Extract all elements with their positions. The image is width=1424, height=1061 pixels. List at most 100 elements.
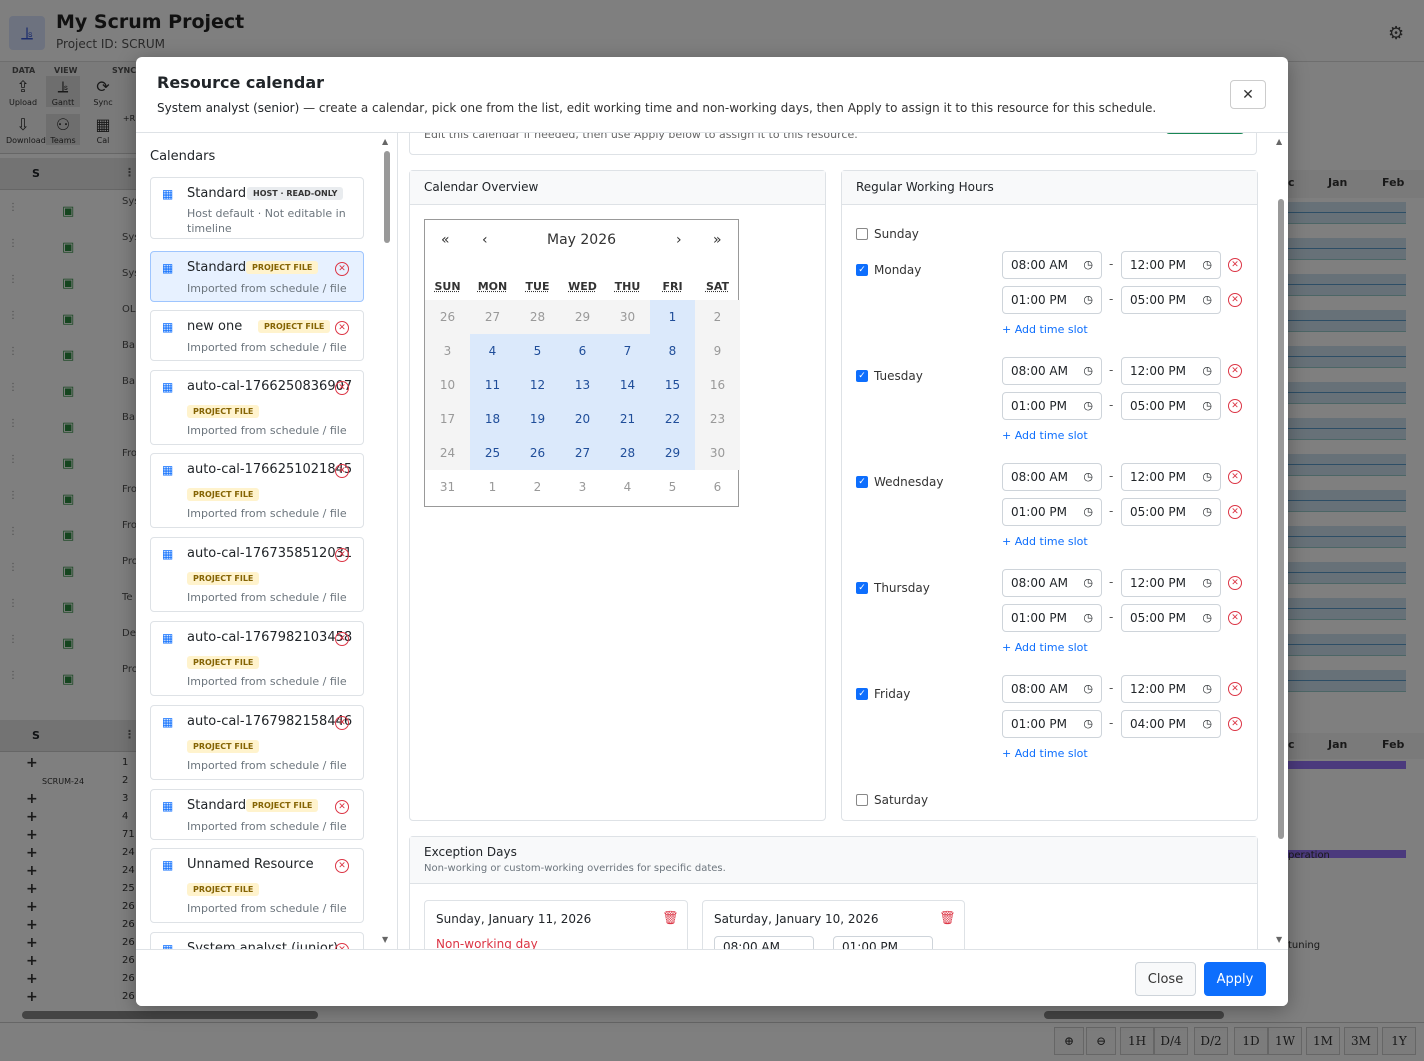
add-time-slot-link[interactable]: + Add time slot xyxy=(1002,641,1088,654)
add-time-slot-link[interactable]: + Add time slot xyxy=(1002,323,1088,336)
add-time-slot-link[interactable]: + Add time slot xyxy=(1002,747,1088,760)
calendar-day[interactable]: 1 xyxy=(650,300,695,334)
calendar-day[interactable]: 19 xyxy=(515,402,560,436)
calendar-day[interactable]: 4 xyxy=(605,470,650,504)
calendar-day[interactable]: 28 xyxy=(605,436,650,470)
end-time-input[interactable]: 05:00 PM ◷ xyxy=(1121,392,1221,420)
day-checkbox[interactable]: ✓ xyxy=(856,370,868,382)
calendar-item[interactable]: ▦ new one PROJECT FILE Imported from schedu… xyxy=(150,310,364,361)
start-time-input[interactable]: 08:00 AM ◷ xyxy=(1002,569,1102,597)
exception-card[interactable]: Sunday, January 11, 2026 🗑 Non-working d… xyxy=(424,900,688,949)
calendar-day[interactable]: 14 xyxy=(605,368,650,402)
remove-calendar-icon[interactable]: ✕ xyxy=(335,859,349,873)
apply-button[interactable]: Apply xyxy=(1204,962,1266,996)
close-button[interactable]: Close xyxy=(1135,962,1196,996)
calendar-day[interactable]: 21 xyxy=(605,402,650,436)
calendar-day[interactable]: 9 xyxy=(695,334,740,368)
close-icon[interactable]: ✕ xyxy=(1230,80,1266,109)
calendar-day[interactable]: 28 xyxy=(515,300,560,334)
remove-slot-icon[interactable]: ✕ xyxy=(1228,611,1242,625)
calendar-day[interactable]: 20 xyxy=(560,402,605,436)
calendar-day[interactable]: 18 xyxy=(470,402,515,436)
calendar-day[interactable]: 3 xyxy=(425,334,470,368)
calendar-item[interactable]: ▦ auto-cal-1766251021845 PROJECT FILE Impor… xyxy=(150,453,364,528)
remove-calendar-icon[interactable]: ✕ xyxy=(335,800,349,814)
calendar-day[interactable]: 11 xyxy=(470,368,515,402)
calendar-item[interactable]: ▦System analyst (junior)✕ xyxy=(150,932,364,949)
day-checkbox[interactable] xyxy=(856,794,868,806)
remove-slot-icon[interactable]: ✕ xyxy=(1228,682,1242,696)
remove-slot-icon[interactable]: ✕ xyxy=(1228,470,1242,484)
exception-start-time[interactable]: 08:00 AM xyxy=(714,936,814,949)
calendar-day[interactable]: 5 xyxy=(515,334,560,368)
remove-slot-icon[interactable]: ✕ xyxy=(1228,258,1242,272)
calendar-day[interactable]: 17 xyxy=(425,402,470,436)
content-scroll-up-icon[interactable]: ▲ xyxy=(1276,137,1282,146)
start-time-input[interactable]: 01:00 PM ◷ xyxy=(1002,604,1102,632)
calendar-day[interactable]: 29 xyxy=(650,436,695,470)
day-checkbox[interactable]: ✓ xyxy=(856,582,868,594)
calendar-day[interactable]: 27 xyxy=(560,436,605,470)
end-time-input[interactable]: 12:00 PM ◷ xyxy=(1121,357,1221,385)
remove-slot-icon[interactable]: ✕ xyxy=(1228,576,1242,590)
calendar-item[interactable]: ▦ auto-cal-1767982158446 PROJECT FILE Impor… xyxy=(150,705,364,780)
calendars-scrollbar[interactable] xyxy=(384,151,390,243)
current-month-label[interactable]: May 2026 xyxy=(425,232,738,248)
start-time-input[interactable]: 08:00 AM ◷ xyxy=(1002,357,1102,385)
calendar-item[interactable]: ▦ auto-cal-1766250836907 PROJECT FILE Impor… xyxy=(150,370,364,445)
end-time-input[interactable]: 05:00 PM ◷ xyxy=(1121,498,1221,526)
remove-slot-icon[interactable]: ✕ xyxy=(1228,505,1242,519)
calendar-day[interactable]: 26 xyxy=(425,300,470,334)
day-checkbox[interactable]: ✓ xyxy=(856,476,868,488)
trash-icon[interactable]: 🗑 xyxy=(939,911,956,926)
calendar-day[interactable]: 8 xyxy=(650,334,695,368)
calendar-day[interactable]: 12 xyxy=(515,368,560,402)
start-time-input[interactable]: 08:00 AM ◷ xyxy=(1002,675,1102,703)
calendar-day[interactable]: 15 xyxy=(650,368,695,402)
day-checkbox[interactable]: ✓ xyxy=(856,688,868,700)
remove-calendar-icon[interactable]: ✕ xyxy=(335,548,349,562)
start-time-input[interactable]: 01:00 PM ◷ xyxy=(1002,498,1102,526)
add-time-slot-link[interactable]: + Add time slot xyxy=(1002,429,1088,442)
remove-slot-icon[interactable]: ✕ xyxy=(1228,717,1242,731)
next-month-button[interactable]: › xyxy=(676,232,682,248)
calendar-day[interactable]: 26 xyxy=(515,436,560,470)
calendar-day[interactable]: 2 xyxy=(515,470,560,504)
day-checkbox[interactable] xyxy=(856,228,868,240)
calendar-day[interactable]: 30 xyxy=(695,436,740,470)
scroll-down-icon[interactable]: ▼ xyxy=(382,935,388,944)
calendar-day[interactable]: 31 xyxy=(425,470,470,504)
calendar-item[interactable]: ▦ Standard PROJECT FILE Imported from sched… xyxy=(150,789,364,840)
remove-slot-icon[interactable]: ✕ xyxy=(1228,293,1242,307)
calendar-day[interactable]: 4 xyxy=(470,334,515,368)
calendar-day[interactable]: 2 xyxy=(695,300,740,334)
calendar-day[interactable]: 30 xyxy=(605,300,650,334)
end-time-input[interactable]: 12:00 PM ◷ xyxy=(1121,569,1221,597)
end-time-input[interactable]: 12:00 PM ◷ xyxy=(1121,675,1221,703)
calendar-day[interactable]: 7 xyxy=(605,334,650,368)
content-scroll-down-icon[interactable]: ▼ xyxy=(1276,935,1282,944)
start-time-input[interactable]: 01:00 PM ◷ xyxy=(1002,286,1102,314)
content-scrollbar[interactable] xyxy=(1278,199,1284,839)
end-time-input[interactable]: 04:00 PM ◷ xyxy=(1121,710,1221,738)
start-time-input[interactable]: 01:00 PM ◷ xyxy=(1002,392,1102,420)
exception-end-time[interactable]: 01:00 PM xyxy=(833,936,933,949)
calendar-day[interactable]: 23 xyxy=(695,402,740,436)
trash-icon[interactable]: 🗑 xyxy=(662,911,679,926)
end-time-input[interactable]: 05:00 PM ◷ xyxy=(1121,286,1221,314)
calendar-day[interactable]: 10 xyxy=(425,368,470,402)
calendar-day[interactable]: 6 xyxy=(560,334,605,368)
calendar-day[interactable]: 22 xyxy=(650,402,695,436)
end-time-input[interactable]: 12:00 PM ◷ xyxy=(1121,251,1221,279)
calendar-day[interactable]: 13 xyxy=(560,368,605,402)
calendar-item[interactable]: ▦ auto-cal-1767982103458 PROJECT FILE Impor… xyxy=(150,621,364,696)
remove-calendar-icon[interactable]: ✕ xyxy=(335,262,349,276)
calendar-item[interactable]: ▦ Standard HOST · READ-ONLY Host default · … xyxy=(150,177,364,239)
start-time-input[interactable]: 08:00 AM ◷ xyxy=(1002,251,1102,279)
remove-calendar-icon[interactable]: ✕ xyxy=(335,632,349,646)
calendar-day[interactable]: 1 xyxy=(470,470,515,504)
calendar-day[interactable]: 27 xyxy=(470,300,515,334)
calendar-item[interactable]: ▦ Standard PROJECT FILE Imported from sched… xyxy=(150,251,364,302)
remove-slot-icon[interactable]: ✕ xyxy=(1228,364,1242,378)
scroll-up-icon[interactable]: ▲ xyxy=(382,137,388,146)
